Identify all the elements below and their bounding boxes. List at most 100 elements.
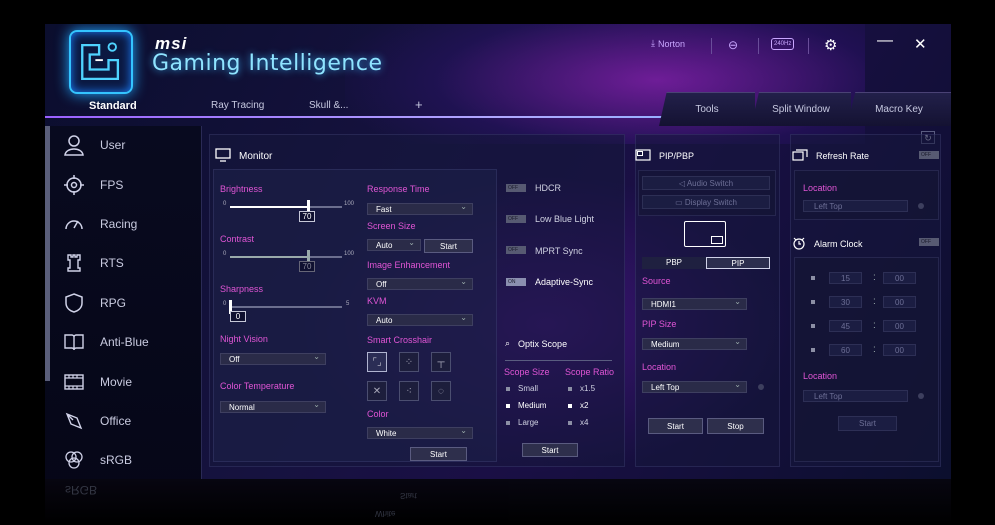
low-blue-light-toggle[interactable]: OFF	[506, 215, 526, 223]
refresh-rate-badge-icon[interactable]: 240Hz	[771, 38, 795, 50]
crosshair-style-5-icon[interactable]: ⁖	[399, 381, 419, 401]
reflection-white-label: White	[375, 509, 396, 518]
contrast-label: Contrast	[220, 234, 255, 244]
color-dropdown[interactable]: White	[367, 425, 473, 439]
chess-rook-icon	[62, 251, 86, 275]
scope-size-small[interactable]: Small	[506, 384, 538, 393]
norton-button[interactable]: ⤓ Norton	[651, 38, 685, 49]
adaptive-sync-toggle[interactable]: ON	[506, 278, 526, 286]
low-blue-light-label: Low Blue Light	[535, 214, 595, 224]
kvm-dropdown[interactable]: Auto	[367, 312, 473, 326]
sidebar-item-srgb[interactable]: sRGB	[62, 447, 132, 473]
speaker-icon: ◁	[678, 179, 686, 188]
screen-size-label: Screen Size	[367, 221, 416, 231]
source-label: Source	[642, 276, 671, 286]
image-enhancement-dropdown[interactable]: Off	[367, 276, 473, 290]
kvm-label: KVM	[367, 296, 387, 306]
divider	[711, 38, 712, 54]
scope-size-label: Scope Size	[504, 367, 550, 377]
close-icon[interactable]: ✕	[914, 35, 927, 53]
app-window: msi Gaming Intelligence ⤓ Norton ⊖ 240Hz …	[45, 24, 951, 479]
source-dropdown[interactable]: HDMI1	[642, 296, 747, 310]
scope-ratio-label: Scope Ratio	[565, 367, 615, 377]
app-title: Gaming Intelligence	[152, 51, 383, 76]
tab-tools[interactable]: Tools	[659, 92, 755, 126]
audio-switch-button[interactable]: ◁ Audio Switch	[642, 176, 770, 190]
crosshair-style-3-icon[interactable]: ┬	[431, 352, 451, 372]
brightness-label: Brightness	[220, 184, 263, 194]
smart-crosshair-label: Smart Crosshair	[367, 335, 433, 345]
crosshair-style-4-icon[interactable]: ✕	[367, 381, 387, 401]
color-temperature-label: Color Temperature	[220, 381, 295, 391]
sidebar-scrollbar[interactable]	[45, 126, 50, 381]
location-dot-icon	[758, 384, 764, 390]
tab-ray-tracing[interactable]: Ray Tracing	[211, 100, 264, 111]
sidebar-item-office[interactable]: Office	[62, 408, 131, 434]
mprt-sync-label: MPRT Sync	[535, 246, 583, 256]
sidebar-item-racing[interactable]: Racing	[62, 211, 137, 237]
color-temperature-dropdown[interactable]: Normal	[220, 399, 326, 413]
pip-location-dropdown[interactable]: Left Top	[642, 379, 747, 393]
search-icon: ⌕	[505, 338, 511, 348]
optix-scope-start-button[interactable]: Start	[522, 443, 578, 457]
pip-size-dropdown[interactable]: Medium	[642, 336, 747, 350]
scope-size-medium[interactable]: Medium	[506, 401, 546, 410]
scope-size-large[interactable]: Large	[506, 418, 538, 427]
sidebar-item-rts[interactable]: RTS	[62, 250, 124, 276]
scope-ratio-x4[interactable]: x4	[568, 418, 588, 427]
contrast-value[interactable]: 70	[299, 261, 315, 272]
night-vision-dropdown[interactable]: Off	[220, 351, 326, 365]
divider	[808, 38, 809, 54]
sidebar-item-user[interactable]: User	[62, 132, 125, 158]
pbp-mode-button[interactable]: PBP	[642, 257, 706, 269]
contrast-slider[interactable]: 0 100	[220, 250, 355, 264]
display-switch-button[interactable]: ▭ Display Switch	[642, 195, 770, 209]
brightness-slider[interactable]: 0 100	[220, 200, 355, 214]
header: msi Gaming Intelligence ⤓ Norton ⊖ 240Hz …	[45, 24, 951, 102]
color-start-button[interactable]: Start	[410, 447, 467, 461]
pip-stop-button[interactable]: Stop	[707, 418, 764, 434]
alarm-start-button[interactable]: Start	[838, 416, 897, 431]
alarm-clock-settings	[794, 257, 939, 462]
tab-split-window[interactable]: Split Window	[751, 92, 851, 126]
hdcr-label: HDCR	[535, 183, 561, 193]
pip-mode-button[interactable]: PIP	[706, 257, 770, 269]
tab-standard[interactable]: Standard	[89, 100, 137, 112]
hdcr-toggle[interactable]: OFF	[506, 184, 526, 192]
refresh-location-label: Location	[803, 183, 838, 193]
minimize-icon[interactable]: —	[877, 32, 893, 50]
alarm-location-dropdown[interactable]: Left Top	[803, 390, 908, 402]
color-label: Color	[367, 409, 389, 419]
sidebar-item-fps[interactable]: FPS	[62, 172, 123, 198]
pen-icon	[62, 409, 86, 433]
pip-size-label: PIP Size	[642, 319, 677, 329]
location-dot-icon	[918, 393, 924, 399]
screen-size-dropdown[interactable]: Auto	[367, 237, 421, 251]
add-tab-button[interactable]: +	[415, 97, 423, 112]
minus-circle-icon[interactable]: ⊖	[728, 38, 738, 52]
screen-size-start-button[interactable]: Start	[424, 239, 473, 253]
gear-icon[interactable]: ⚙	[824, 36, 837, 54]
optix-scope-title: ⌕ Optix Scope	[505, 338, 568, 349]
refresh-rate-toggle[interactable]: OFF	[919, 151, 939, 159]
sidebar-item-movie[interactable]: Movie	[62, 369, 132, 395]
sharpness-value[interactable]: 0	[230, 311, 246, 322]
scope-ratio-x2[interactable]: x2	[568, 401, 588, 410]
adaptive-sync-label: Adaptive-Sync	[535, 277, 594, 287]
refresh-location-dropdown[interactable]: Left Top	[803, 200, 908, 212]
mprt-sync-toggle[interactable]: OFF	[506, 246, 526, 254]
response-time-dropdown[interactable]: Fast	[367, 201, 473, 215]
crosshair-style-2-icon[interactable]: ⁘	[399, 352, 419, 372]
crosshair-style-1-icon[interactable]: ⌜⌟	[367, 352, 387, 372]
tab-skull[interactable]: Skull &...	[309, 100, 348, 111]
sidebar-item-anti-blue[interactable]: Anti-Blue	[62, 329, 149, 355]
crosshair-style-6-icon[interactable]: ◌	[431, 381, 451, 401]
crosshair-icon	[62, 173, 86, 197]
pip-start-button[interactable]: Start	[648, 418, 703, 434]
scope-ratio-x1-5[interactable]: x1.5	[568, 384, 595, 393]
tab-macro-key[interactable]: Macro Key	[847, 92, 951, 126]
divider	[758, 38, 759, 54]
brightness-value[interactable]: 70	[299, 211, 315, 222]
sidebar-item-rpg[interactable]: RPG	[62, 290, 126, 316]
alarm-clock-toggle[interactable]: OFF	[919, 238, 939, 246]
